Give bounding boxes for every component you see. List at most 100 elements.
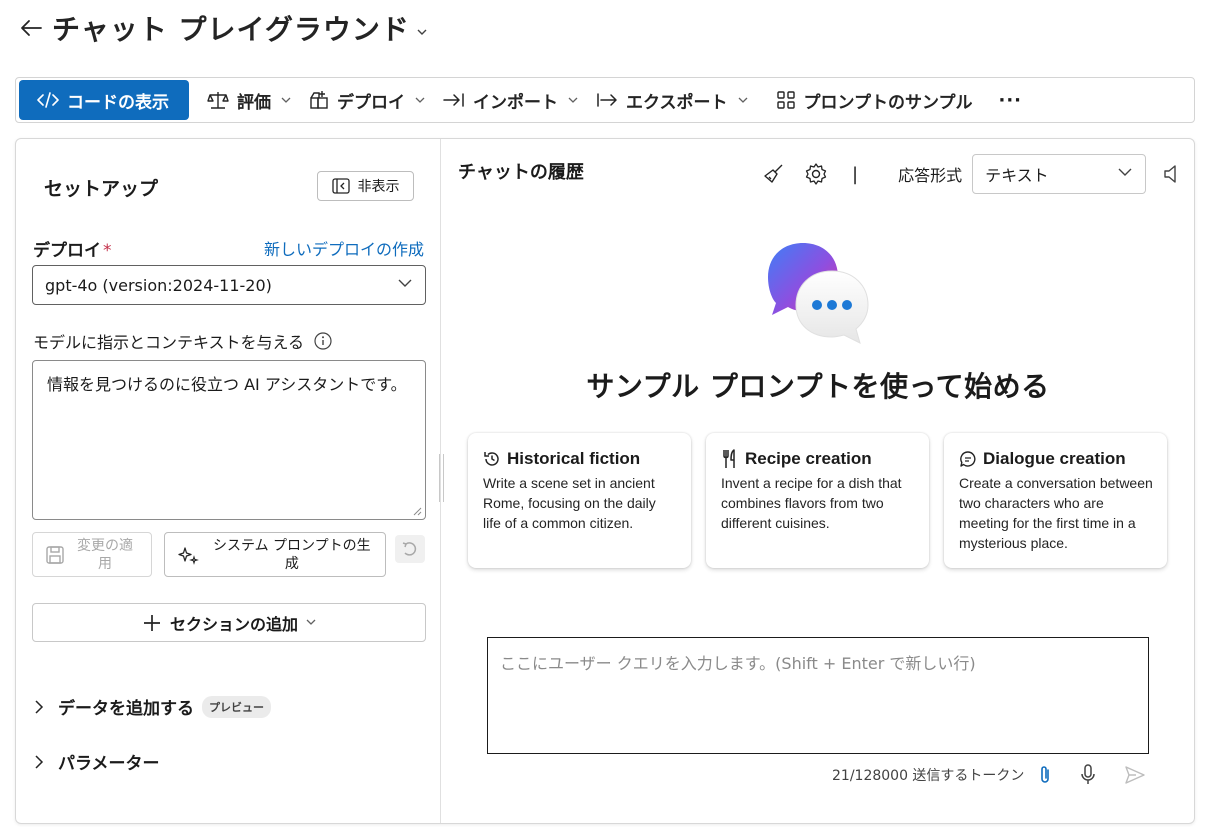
reset-button[interactable] bbox=[395, 535, 425, 563]
hide-label: 非表示 bbox=[357, 179, 400, 195]
food-icon bbox=[723, 449, 735, 468]
instructions-label: モデルに指示とコンテキストを与える bbox=[33, 329, 332, 353]
cube-plus-icon bbox=[310, 91, 328, 109]
import-label: インポート bbox=[473, 92, 558, 113]
parameters-label: パラメーター bbox=[58, 754, 160, 774]
deploy-label-text: デプロイ bbox=[33, 241, 101, 261]
system-message-text: 情報を見つけるのに役立つ AI アシスタントです。 bbox=[47, 375, 407, 394]
chat-input-footer: 21/128000 送信するトークン bbox=[832, 764, 1146, 786]
query-placeholder: ここにユーザー クエリを入力します。(Shift + Enter で新しい行) bbox=[500, 654, 976, 673]
response-format-select[interactable]: テキスト bbox=[972, 154, 1147, 194]
deployment-value: gpt-4o (version:2024-11-20) bbox=[45, 275, 272, 295]
scale-icon bbox=[207, 92, 229, 109]
chat-toolbar: | 応答形式 テキスト bbox=[762, 154, 1180, 194]
pane-splitter[interactable] bbox=[439, 454, 444, 502]
collapse-panel-icon bbox=[331, 178, 350, 194]
card-title: Historical fiction bbox=[507, 449, 641, 468]
more-options-icon[interactable]: ··· bbox=[998, 90, 1022, 111]
system-message-actions: 変更の適用 システム プロンプトの生成 bbox=[32, 532, 386, 577]
send-icon[interactable] bbox=[1124, 765, 1146, 785]
evaluate-label: 評価 bbox=[237, 92, 271, 113]
apply-changes-button[interactable]: 変更の適用 bbox=[32, 532, 152, 577]
view-code-label: コードの表示 bbox=[67, 92, 169, 113]
code-icon bbox=[37, 92, 59, 108]
microphone-icon[interactable] bbox=[1080, 764, 1096, 786]
parameters-expander[interactable]: パラメーター bbox=[34, 749, 160, 774]
chevron-down-icon bbox=[398, 279, 412, 287]
attach-icon[interactable] bbox=[1038, 764, 1052, 786]
card-description: Write a scene set in ancient Rome, focus… bbox=[483, 475, 656, 531]
sample-prompts-label: プロンプトのサンプル bbox=[803, 92, 973, 113]
chevron-right-icon bbox=[35, 754, 44, 769]
sample-prompt-card[interactable]: Dialogue creation Create a conversation … bbox=[944, 433, 1167, 568]
card-description: Create a conversation between two charac… bbox=[959, 475, 1153, 551]
export-arrow-icon bbox=[597, 93, 617, 107]
toolbar: コードの表示 評価 デプロイ インポート エクスポート プロンプトのサンプル ·… bbox=[15, 77, 1195, 123]
response-format-label: 応答形式 bbox=[898, 166, 963, 185]
history-icon bbox=[484, 452, 499, 466]
setup-pane: セットアップ 非表示 デプロイ * 新しいデプロイの作成 gpt-4o (vers… bbox=[16, 139, 441, 823]
chevron-down-icon bbox=[306, 619, 316, 625]
add-section-label: セクションの追加 bbox=[169, 614, 298, 634]
add-data-expander[interactable]: データを追加する プレビュー bbox=[34, 694, 271, 719]
sample-prompt-card[interactable]: Recipe creation Invent a recipe for a di… bbox=[706, 433, 929, 568]
deploy-menu[interactable]: デプロイ bbox=[309, 80, 425, 120]
chat-bubbles-icon bbox=[768, 243, 869, 344]
chevron-right-icon bbox=[35, 699, 44, 714]
chevron-down-icon bbox=[1118, 168, 1132, 176]
generate-label-line1: システム プロンプトの生 bbox=[213, 537, 371, 554]
playground-panel: セットアップ 非表示 デプロイ * 新しいデプロイの作成 gpt-4o (vers… bbox=[15, 138, 1195, 824]
token-count: 21/128000 送信するトークン bbox=[832, 768, 1025, 784]
add-data-label: データを追加する bbox=[58, 699, 194, 719]
undo-icon bbox=[402, 542, 417, 556]
sparkle-icon bbox=[178, 546, 199, 565]
resize-handle-icon[interactable] bbox=[412, 506, 422, 516]
system-message-textarea[interactable]: 情報を見つけるのに役立つ AI アシスタントです。 bbox=[32, 360, 426, 520]
chevron-down-icon[interactable] bbox=[416, 21, 428, 40]
info-icon[interactable] bbox=[314, 332, 332, 350]
deployment-select[interactable]: gpt-4o (version:2024-11-20) bbox=[32, 265, 426, 305]
toolbar-separator: | bbox=[852, 163, 859, 185]
import-arrow-icon bbox=[443, 93, 464, 107]
sample-prompts-button[interactable]: プロンプトのサンプル bbox=[776, 80, 973, 120]
broom-clear-icon[interactable] bbox=[762, 162, 786, 186]
generate-label-line2: 成 bbox=[284, 555, 299, 572]
preview-badge: プレビュー bbox=[202, 695, 271, 718]
hide-setup-button[interactable]: 非表示 bbox=[317, 171, 414, 201]
deploy-field-label: デプロイ * bbox=[33, 236, 112, 261]
card-title: Dialogue creation bbox=[983, 449, 1126, 468]
chevron-down-icon bbox=[738, 97, 747, 103]
response-format-value: テキスト bbox=[985, 166, 1049, 185]
page-title: チャット プレイグラウンド bbox=[52, 13, 410, 46]
card-title: Recipe creation bbox=[745, 449, 872, 468]
add-section-button[interactable]: セクションの追加 bbox=[32, 603, 426, 642]
sample-prompt-card[interactable]: Historical fiction Write a scene set in … bbox=[468, 433, 691, 568]
speaker-icon[interactable] bbox=[1162, 163, 1180, 185]
setup-title: セットアップ bbox=[44, 178, 159, 200]
sample-prompts-heading: サンプル プロンプトを使って始める bbox=[586, 370, 1050, 403]
create-deployment-link[interactable]: 新しいデプロイの作成 bbox=[264, 236, 424, 260]
save-icon bbox=[46, 545, 64, 564]
back-arrow-icon[interactable] bbox=[18, 15, 44, 41]
import-menu[interactable]: インポート bbox=[443, 80, 578, 120]
settings-gear-icon[interactable] bbox=[804, 162, 828, 186]
export-label: エクスポート bbox=[626, 92, 728, 113]
chevron-down-icon bbox=[415, 97, 425, 103]
evaluate-menu[interactable]: 評価 bbox=[207, 80, 291, 120]
plus-icon bbox=[143, 614, 160, 631]
view-code-button[interactable]: コードの表示 bbox=[19, 80, 189, 120]
required-marker: * bbox=[103, 241, 112, 261]
user-query-input[interactable]: ここにユーザー クエリを入力します。(Shift + Enter で新しい行) bbox=[487, 637, 1149, 754]
card-description: Invent a recipe for a dish that combines… bbox=[721, 475, 902, 531]
apply-label-line1: 変更の適 bbox=[77, 537, 133, 554]
chevron-down-icon bbox=[281, 97, 291, 103]
chat-history-title: チャットの履歴 bbox=[458, 162, 584, 183]
export-menu[interactable]: エクスポート bbox=[596, 80, 748, 120]
deploy-label: デプロイ bbox=[337, 92, 405, 113]
chat-bubble-icon bbox=[960, 451, 976, 467]
generate-system-prompt-button[interactable]: システム プロンプトの生成 bbox=[164, 532, 386, 577]
chat-pane: チャットの履歴 | 応答形式 テキスト サンプル プロンプトを使って始める Hi… bbox=[439, 139, 1194, 823]
instructions-label-text: モデルに指示とコンテキストを与える bbox=[33, 333, 305, 352]
grid-icon bbox=[776, 91, 795, 109]
chevron-down-icon bbox=[568, 97, 578, 103]
